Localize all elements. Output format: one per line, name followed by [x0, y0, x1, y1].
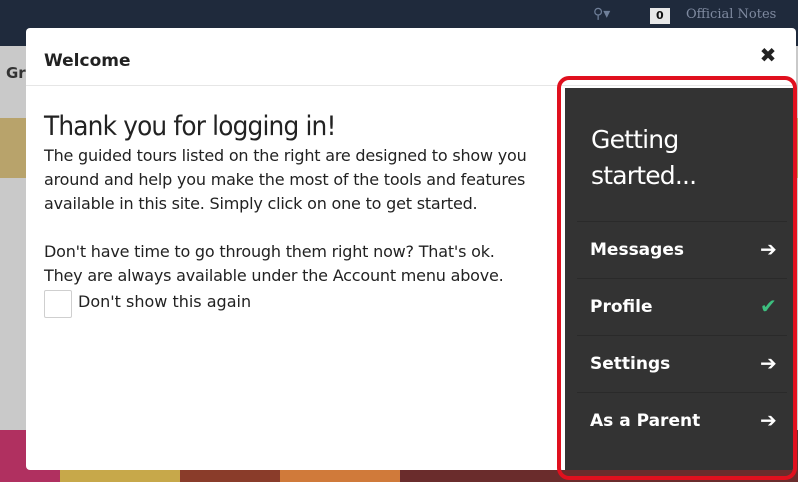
intro-text: The guided tours listed on the right are…: [44, 146, 527, 213]
tour-item-settings[interactable]: Settings ➔: [577, 335, 787, 392]
modal-header: Welcome ✖: [26, 28, 796, 86]
notes-count-badge: 0: [650, 8, 670, 24]
official-notes-link[interactable]: Official Notes: [686, 7, 776, 22]
arrow-right-icon: ➔: [760, 237, 777, 261]
tour-item-profile[interactable]: Profile ✔: [577, 278, 787, 335]
arrow-right-icon: ➔: [760, 351, 777, 375]
background-text-fragment: Gr: [6, 64, 26, 82]
tour-item-messages[interactable]: Messages ➔: [577, 221, 787, 278]
welcome-content: Thank you for logging in! The guided tou…: [44, 110, 534, 318]
tour-item-label: Settings: [590, 354, 671, 374]
search-icon[interactable]: ⚲▾: [593, 6, 610, 22]
modal-title: Welcome: [44, 51, 131, 71]
welcome-headline: Thank you for logging in!: [44, 111, 336, 142]
dont-show-again-checkbox[interactable]: [44, 290, 72, 318]
arrow-right-icon: ➔: [760, 408, 777, 432]
check-icon: ✔: [760, 294, 777, 318]
close-icon[interactable]: ✖: [758, 45, 778, 65]
getting-started-panel: Getting started... Messages ➔ Profile ✔ …: [565, 88, 793, 470]
tour-item-label: Profile: [590, 297, 653, 317]
dont-show-again-label[interactable]: Don't show this again: [78, 292, 251, 311]
panel-title: Getting started...: [591, 125, 697, 190]
note-text: Don't have time to go through them right…: [44, 242, 504, 285]
welcome-modal: Welcome ✖ Thank you for logging in! The …: [26, 28, 796, 470]
tour-list: Messages ➔ Profile ✔ Settings ➔ As a Par…: [577, 221, 787, 449]
tour-item-label: As a Parent: [590, 411, 701, 431]
dont-show-again-row[interactable]: Don't show this again: [44, 290, 534, 318]
tour-item-label: Messages: [590, 240, 684, 260]
tour-item-as-a-parent[interactable]: As a Parent ➔: [577, 392, 787, 449]
